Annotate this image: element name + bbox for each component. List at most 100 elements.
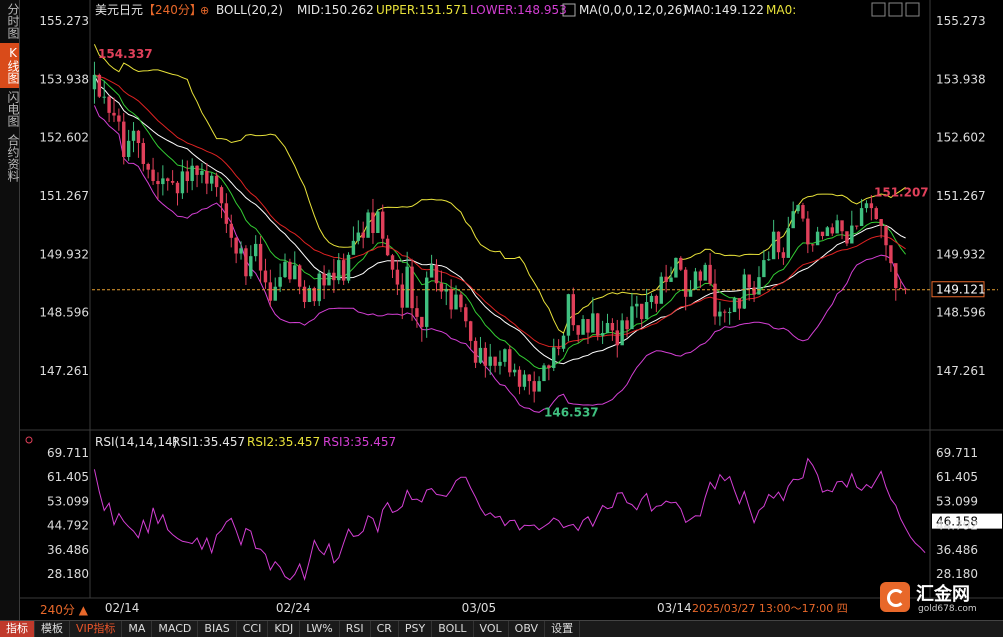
candle-body	[586, 319, 590, 333]
candle-body	[830, 227, 834, 234]
candle-body	[371, 212, 375, 234]
kline-chart: 46.158 155.273 155.273 153.938 153.938 152.6…	[20, 0, 1003, 617]
candle-body	[635, 303, 639, 307]
candle-body	[102, 96, 106, 98]
indicator-tab[interactable]: KDJ	[268, 621, 301, 637]
candle-body	[508, 349, 512, 373]
candle-body	[351, 240, 356, 255]
candle-body	[854, 225, 859, 227]
candle-body	[742, 274, 747, 309]
candle-body	[874, 208, 878, 220]
boll-upper: UPPER:151.571	[376, 3, 468, 17]
zoom-out-icon[interactable]	[905, 2, 920, 17]
zoom-in-icon[interactable]	[888, 2, 903, 17]
candle-body	[898, 288, 903, 290]
candle-body	[806, 218, 810, 245]
indicator-tab[interactable]: BOLL	[432, 621, 474, 637]
date-tick: 03/05	[462, 601, 497, 615]
period-indicator[interactable]: 240分 ▲	[40, 603, 89, 617]
candle-body	[200, 170, 204, 175]
indicator-tab[interactable]: CR	[371, 621, 399, 637]
rsi-tick-right: 53.099	[936, 494, 978, 508]
boll-mid: MID:150.262	[297, 3, 374, 17]
fullscreen-icon[interactable]	[871, 2, 886, 17]
ma0-value-b: MA0:	[766, 3, 796, 17]
rsi3-value: RSI3:35.457	[323, 435, 396, 449]
candle-body	[190, 165, 194, 182]
gear-icon[interactable]: ⊕	[200, 4, 209, 17]
rsi-tick-left: 44.792	[47, 519, 89, 533]
date-tick: 03/14	[657, 601, 692, 615]
rsi1-value: RSI1:35.457	[172, 435, 245, 449]
candle-body	[317, 273, 321, 302]
candle-body	[527, 374, 532, 382]
indicator-tab[interactable]: CCI	[237, 621, 269, 637]
candle-body	[698, 271, 703, 281]
price-tick-left: 149.932	[39, 247, 89, 261]
ma26-line	[94, 74, 906, 348]
candle-body	[747, 274, 751, 288]
candle-body	[424, 277, 429, 327]
indicator-tab[interactable]: PSY	[399, 621, 433, 637]
low-annotation: 146.537	[544, 406, 599, 420]
candle-body	[869, 203, 874, 209]
candle-body	[263, 270, 268, 283]
candle-body	[107, 96, 111, 113]
candle-body	[327, 272, 331, 286]
candle-body	[239, 248, 243, 254]
candle-body	[97, 74, 102, 97]
candle-body	[884, 226, 888, 246]
candle-body	[141, 143, 146, 164]
candle-body	[781, 252, 786, 258]
candle-body	[493, 356, 497, 366]
candle-body	[420, 316, 424, 327]
indicator-tab[interactable]: 指标	[0, 621, 35, 637]
candle-body	[718, 311, 722, 317]
candle-body	[498, 361, 502, 366]
candle-body	[537, 381, 541, 392]
candle-body	[688, 289, 693, 297]
boll-mid-line	[93, 74, 906, 365]
indicator-tab[interactable]: 设置	[545, 621, 581, 637]
candle-body	[571, 294, 576, 326]
candle-body	[654, 295, 659, 304]
indicator-tab[interactable]: OBV	[509, 621, 546, 637]
candle-body	[405, 266, 409, 308]
boll-lower: LOWER:148.953	[470, 3, 567, 17]
price-tick-left: 147.261	[39, 364, 89, 378]
indicator-tab[interactable]: LW%	[300, 621, 340, 637]
indicator-tab[interactable]: BIAS	[198, 621, 237, 637]
indicator-tab[interactable]: VOL	[474, 621, 509, 637]
candle-body	[385, 238, 390, 256]
indicator-tab[interactable]: 模板	[35, 621, 70, 637]
candle-body	[591, 313, 595, 333]
price-tick-left: 153.938	[39, 72, 89, 86]
candle-body	[293, 265, 297, 280]
candle-body	[195, 165, 199, 175]
candle-body	[136, 130, 141, 144]
candle-body	[737, 298, 742, 309]
indicator-tab[interactable]: MA	[122, 621, 153, 637]
indicator-tab[interactable]: RSI	[340, 621, 371, 637]
candle-body	[156, 181, 160, 185]
candle-body	[468, 321, 473, 341]
rsi-tick-right: 36.486	[936, 543, 978, 557]
candle-body	[630, 306, 634, 330]
candle-body	[825, 227, 830, 237]
candle-body	[170, 181, 175, 183]
indicator-tab[interactable]: MACD	[152, 621, 199, 637]
candle-body	[224, 203, 229, 224]
indicator-tab[interactable]: VIP指标	[70, 621, 123, 637]
candle-body	[547, 365, 551, 368]
candle-body	[210, 175, 214, 184]
candle-body	[410, 266, 414, 309]
ma0-value: MA0:149.122	[684, 3, 764, 17]
symbol-name: 美元日元	[95, 3, 143, 17]
indicator-tabbar: 指标 模板 VIP指标 MA MACD BIAS CCI KDJ LW% RSI CR PSY BOLL…	[0, 620, 1003, 637]
rsi-settings-icon[interactable]	[25, 436, 33, 444]
candle-body	[723, 311, 727, 313]
candle-body	[552, 347, 556, 368]
period-label[interactable]: 【240分】	[143, 3, 202, 17]
price-tick-right: 151.267	[936, 189, 986, 203]
candle-body	[112, 112, 116, 116]
